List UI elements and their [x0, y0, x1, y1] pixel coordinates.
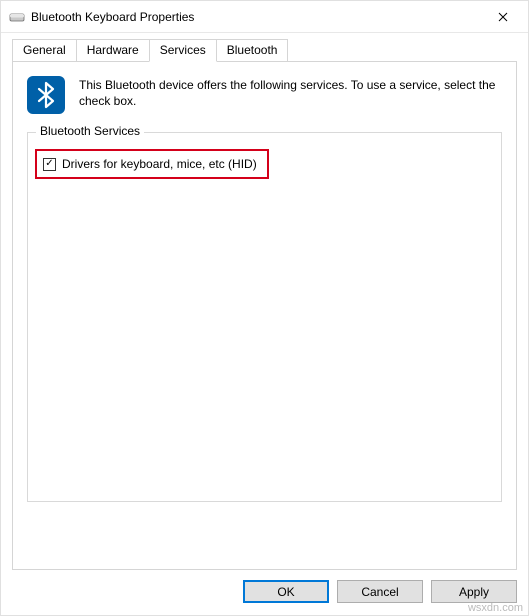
info-text: This Bluetooth device offers the followi… — [79, 76, 502, 114]
tab-strip: General Hardware Services Bluetooth — [12, 39, 517, 62]
content-area: General Hardware Services Bluetooth This… — [1, 33, 528, 570]
device-icon — [9, 9, 25, 25]
tab-panel-services: This Bluetooth device offers the followi… — [12, 61, 517, 570]
window-title: Bluetooth Keyboard Properties — [31, 10, 480, 24]
cancel-button[interactable]: Cancel — [337, 580, 423, 603]
bluetooth-services-group: Bluetooth Services ✓ Drivers for keyboar… — [27, 132, 502, 502]
info-row: This Bluetooth device offers the followi… — [27, 76, 502, 114]
apply-button[interactable]: Apply — [431, 580, 517, 603]
check-icon: ✓ — [45, 159, 53, 169]
annotation-highlight: ✓ Drivers for keyboard, mice, etc (HID) — [35, 149, 269, 179]
properties-dialog: Bluetooth Keyboard Properties General Ha… — [0, 0, 529, 616]
service-hid-label: Drivers for keyboard, mice, etc (HID) — [62, 157, 257, 171]
dialog-button-row: OK Cancel Apply — [1, 570, 528, 615]
bluetooth-icon — [27, 76, 65, 114]
tab-bluetooth[interactable]: Bluetooth — [216, 39, 289, 62]
ok-button[interactable]: OK — [243, 580, 329, 603]
tab-general[interactable]: General — [12, 39, 77, 62]
fieldset-legend: Bluetooth Services — [36, 124, 144, 138]
close-button[interactable] — [480, 1, 526, 32]
service-hid-checkbox[interactable]: ✓ — [43, 158, 56, 171]
titlebar: Bluetooth Keyboard Properties — [1, 1, 528, 33]
tab-hardware[interactable]: Hardware — [76, 39, 150, 62]
tab-services[interactable]: Services — [149, 39, 217, 62]
